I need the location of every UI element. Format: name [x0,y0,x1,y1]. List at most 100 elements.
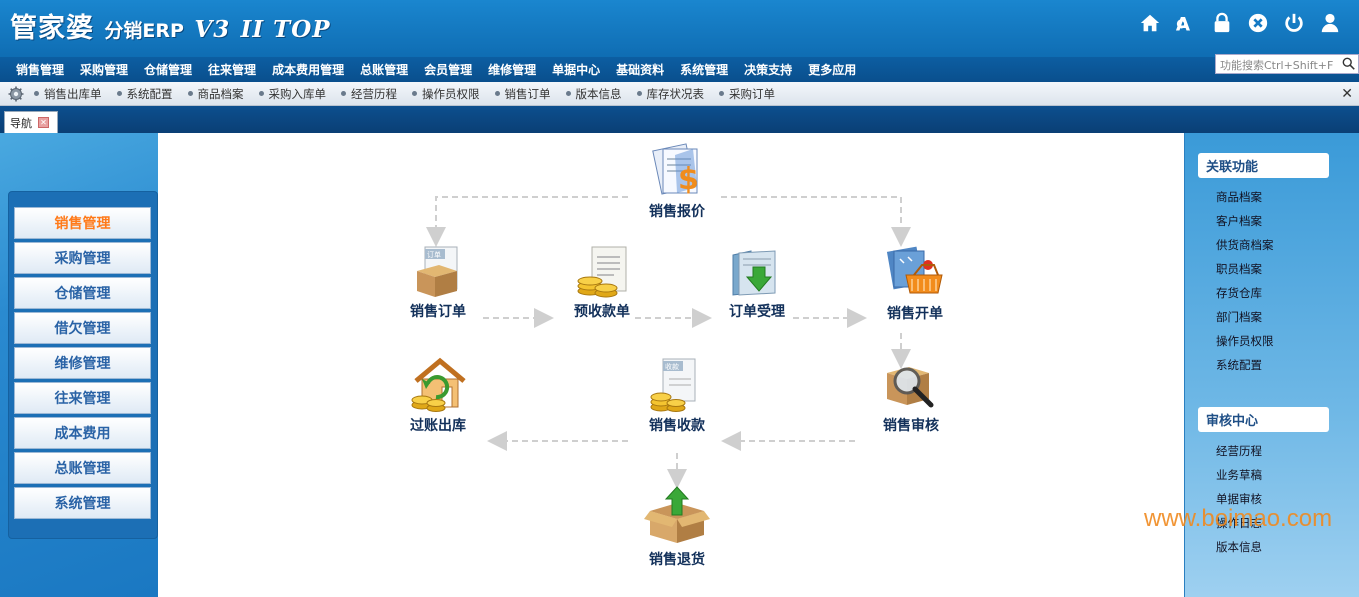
user-icon[interactable] [1319,12,1341,34]
quick-link[interactable]: 商品档案 [188,86,244,102]
order-tag-text: 订单 [427,250,441,259]
collect-tag-text: 收款 [665,362,679,371]
menu-item[interactable]: 采购管理 [72,61,136,78]
quick-items: 销售出库单 系统配置 商品档案 采购入库单 经营历程 操作员权限 销售订单 版本信息 库存状况表… [34,86,790,102]
sales-invoice-icon [886,246,943,294]
flow-label-audit: 销售审核 [883,418,939,434]
flow-label-accept: 订单受理 [729,304,785,320]
tab-label: 导航 [10,116,32,130]
sales-order-icon: 订单 [417,246,458,297]
flow-node-quote[interactable]: $ 销售报价 [622,141,732,221]
flow-label-collect: 销售收款 [649,418,705,434]
lock-icon[interactable] [1211,12,1233,34]
svg-text:$: $ [678,162,699,197]
close-circle-icon[interactable] [1247,12,1269,34]
menu-item[interactable]: 单据中心 [544,61,608,78]
flow-node-audit[interactable]: 销售审核 [856,357,966,435]
flow-label-order: 销售订单 [410,304,466,320]
related-link[interactable]: 客户档案 [1216,213,1262,229]
left-nav-item[interactable]: 仓储管理 [14,277,151,309]
power-icon[interactable] [1283,12,1305,34]
menu-item[interactable]: 成本费用管理 [264,61,352,78]
menu-item[interactable]: 更多应用 [800,61,864,78]
menu-item[interactable]: 往来管理 [200,61,264,78]
related-link[interactable]: 存货仓库 [1216,285,1262,301]
flow-label-prepay: 预收款单 [574,304,630,320]
product-name: 分销ERP [104,20,184,42]
flow-label-invoice: 销售开单 [887,306,943,322]
flow-label-return: 销售退货 [649,552,705,568]
edition-label: II TOP [240,16,331,43]
font-size-icon[interactable]: A [1175,12,1197,34]
left-nav-item[interactable]: 维修管理 [14,347,151,379]
left-nav-item[interactable]: 借欠管理 [14,312,151,344]
flow-label-quote: 销售报价 [649,204,705,220]
menu-item[interactable]: 总账管理 [352,61,416,78]
related-link[interactable]: 操作员权限 [1216,333,1274,349]
menu-item[interactable]: 会员管理 [416,61,480,78]
left-nav-item[interactable]: 系统管理 [14,487,151,519]
flow-label-posting: 过账出库 [410,418,466,434]
left-nav-item[interactable]: 采购管理 [14,242,151,274]
audit-link[interactable]: 经营历程 [1216,443,1262,459]
brand-name: 管家婆 [10,13,94,44]
related-link[interactable]: 商品档案 [1216,189,1262,205]
logo: 管家婆 分销ERP V3 II TOP [10,6,331,45]
search-input[interactable]: 功能搜索Ctrl+Shift+F [1215,54,1359,74]
menu-item[interactable]: 维修管理 [480,61,544,78]
related-link[interactable]: 供货商档案 [1216,237,1274,253]
app-window: 管家婆 分销ERP V3 II TOP A 销售管理 采购管理 仓储管理 往来管… [0,0,1359,597]
quick-link[interactable]: 采购入库单 [259,86,327,102]
left-nav-item[interactable]: 往来管理 [14,382,151,414]
posting-outbound-icon [411,357,466,412]
sales-collection-icon: 收款 [650,358,696,412]
quick-link[interactable]: 库存状况表 [637,86,705,102]
tab-close-icon[interactable]: ✕ [38,117,49,128]
sales-return-icon [644,486,710,543]
watermark-text: www.boimao.com [1144,505,1333,532]
quick-link[interactable]: 销售订单 [495,86,551,102]
audit-link[interactable]: 业务草稿 [1216,467,1262,483]
version-label: V3 [194,16,231,43]
home-icon[interactable] [1139,12,1161,34]
search-placeholder: 功能搜索Ctrl+Shift+F [1220,59,1334,72]
flow-node-order[interactable]: 订单 销售订单 [383,245,493,321]
quick-link[interactable]: 系统配置 [117,86,173,102]
related-link[interactable]: 系统配置 [1216,357,1262,373]
related-link[interactable]: 职员档案 [1216,261,1262,277]
quick-link[interactable]: 版本信息 [566,86,622,102]
menu-item[interactable]: 基础资料 [608,61,672,78]
flow-node-collect[interactable]: 收款 销售收款 [622,357,732,435]
audit-center-title: 审核中心 [1198,407,1329,432]
gear-icon[interactable] [8,86,24,102]
left-nav-panel: 销售管理 采购管理 仓储管理 借欠管理 维修管理 往来管理 成本费用 总账管理 系统管理 [0,133,158,597]
menu-item[interactable]: 决策支持 [736,61,800,78]
quick-link[interactable]: 采购订单 [719,86,775,102]
related-link[interactable]: 部门档案 [1216,309,1262,325]
quick-link[interactable]: 操作员权限 [412,86,480,102]
quick-link[interactable]: 经营历程 [341,86,397,102]
flow-node-return[interactable]: 销售退货 [622,485,732,569]
tab-navigation[interactable]: 导航 ✕ [4,111,58,133]
left-nav-item[interactable]: 成本费用 [14,417,151,449]
arrow-quote-to-invoice [721,196,911,247]
quick-link[interactable]: 销售出库单 [34,86,102,102]
flow-node-invoice[interactable]: 销售开单 [860,245,970,323]
flow-node-posting[interactable]: 过账出库 [383,357,493,435]
menu-item[interactable]: 销售管理 [8,61,72,78]
main-menu: 销售管理 采购管理 仓储管理 往来管理 成本费用管理 总账管理 会员管理 维修管理 单据中心 基础… [0,57,1359,82]
search-icon[interactable] [1342,57,1356,71]
tab-strip: 导航 ✕ [0,106,1359,133]
menu-item[interactable]: 系统管理 [672,61,736,78]
related-functions-title: 关联功能 [1198,153,1329,178]
sales-audit-icon [887,367,934,408]
flow-node-prepay[interactable]: 预收款单 [547,245,657,321]
left-nav-item[interactable]: 销售管理 [14,207,151,239]
flow-node-accept[interactable]: 订单受理 [702,245,812,321]
left-nav-item[interactable]: 总账管理 [14,452,151,484]
audit-link[interactable]: 版本信息 [1216,539,1262,555]
prepayment-icon [577,246,627,298]
flow-canvas: $ 销售报价 订单 销售订单 预收款单 订单受理 销售开单 过账出库 收款 销售… [158,133,1184,597]
close-icon[interactable]: ✕ [1341,86,1353,102]
menu-item[interactable]: 仓储管理 [136,61,200,78]
